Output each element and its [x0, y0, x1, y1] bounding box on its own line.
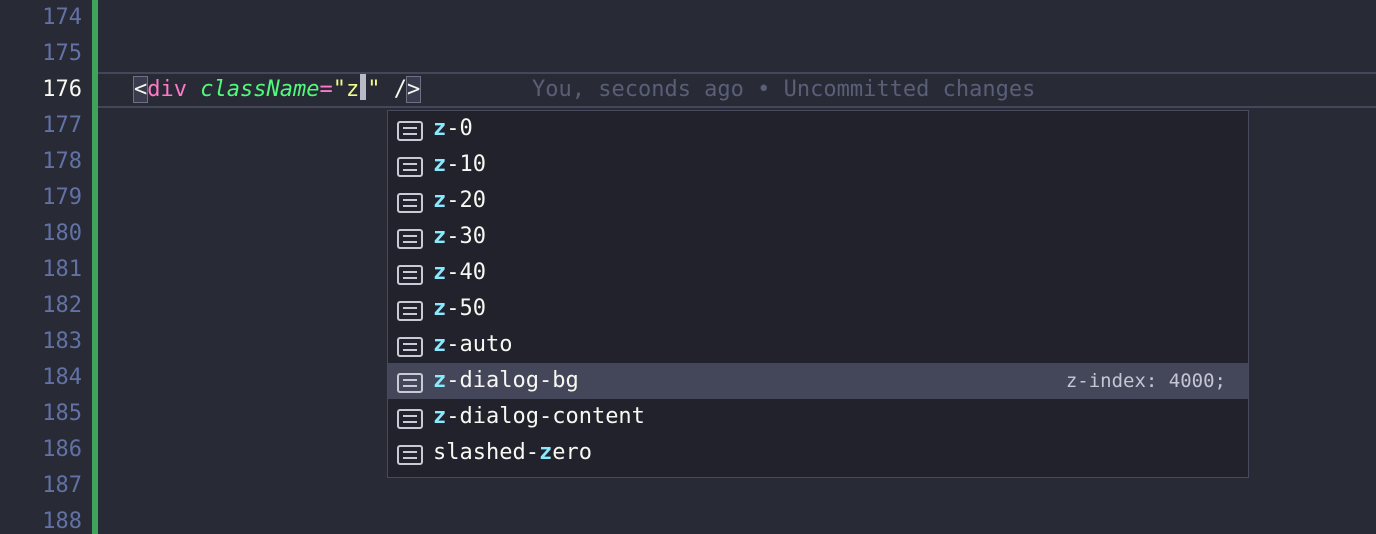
suggestion-match-highlight: z — [433, 404, 447, 429]
line-number: 175 — [42, 41, 82, 66]
suggestion-item[interactable]: z-50 — [388, 291, 1248, 327]
text-snippet-icon — [397, 373, 423, 393]
suggestion-label: z-30 — [433, 219, 486, 255]
suggestion-match-highlight: z — [433, 296, 447, 321]
code-line-176[interactable]: <div className="z " /> — [132, 72, 422, 108]
suggestion-label-suffix: -auto — [446, 332, 513, 357]
suggestion-item[interactable]: z-0 — [388, 111, 1248, 147]
suggestion-match-highlight: z — [433, 368, 447, 393]
text-snippet-icon — [397, 337, 423, 357]
string-value: z — [345, 77, 360, 102]
line-number: 181 — [42, 257, 82, 282]
line-number: 188 — [42, 509, 82, 534]
line-number: 185 — [42, 401, 82, 426]
text-snippet-icon — [397, 301, 423, 321]
line-number: 184 — [42, 365, 82, 390]
suggestion-label: z-50 — [433, 291, 486, 327]
suggestion-item[interactable]: z-dialog-bg z-index: 4000; — [388, 363, 1248, 399]
suggestion-match-highlight: z — [433, 224, 447, 249]
suggestion-item[interactable]: z-20 — [388, 183, 1248, 219]
suggestion-label: z-0 — [433, 111, 473, 147]
text-snippet-icon — [397, 193, 423, 213]
line-number: 182 — [42, 293, 82, 318]
suggestion-label: slashed-zero — [433, 435, 592, 471]
suggestion-match-highlight: z — [433, 116, 447, 141]
suggestion-match-highlight: z — [538, 440, 553, 465]
line-number: 183 — [42, 329, 82, 354]
suggestion-label-prefix: slashed- — [433, 440, 539, 465]
suggestion-label-suffix: -40 — [446, 260, 486, 285]
suggestion-match-highlight: z — [433, 332, 447, 357]
suggestion-label: z-auto — [433, 327, 512, 363]
line-number: 178 — [42, 149, 82, 174]
suggestion-item[interactable]: slashed-zero — [388, 435, 1248, 471]
line-number: 180 — [42, 221, 82, 246]
suggestion-match-highlight: z — [433, 188, 447, 213]
suggestion-label-suffix: ero — [552, 440, 592, 465]
suggestion-label-suffix: -dialog-bg — [446, 368, 579, 393]
suggestion-match-highlight: z — [433, 152, 447, 177]
text-snippet-icon — [397, 121, 423, 141]
text-snippet-icon — [397, 157, 423, 177]
suggestion-item[interactable]: z-dialog-content — [388, 399, 1248, 435]
suggestion-label-suffix: -dialog-content — [446, 404, 645, 429]
text-snippet-icon — [397, 445, 423, 465]
text-snippet-icon — [397, 409, 423, 429]
suggestion-item[interactable]: z-40 — [388, 255, 1248, 291]
line-number: 179 — [42, 185, 82, 210]
suggestion-label-suffix: -10 — [446, 152, 486, 177]
line-number-gutter: 174 175 176 177 178 179 180 181 182 183 184 185 186 1… — [0, 0, 92, 534]
suggestion-label-suffix: -30 — [446, 224, 486, 249]
string-quote-open: " — [332, 77, 346, 102]
suggestion-item[interactable]: z-30 — [388, 219, 1248, 255]
code-editor[interactable]: 174 175 176 177 178 179 180 181 182 183 184 185 186 1… — [0, 0, 1376, 534]
suggestion-label: z-20 — [433, 183, 486, 219]
suggestion-label-suffix: -20 — [446, 188, 486, 213]
text-cursor — [360, 74, 367, 100]
equals-sign: = — [319, 77, 333, 102]
self-closing-slash: / — [393, 77, 407, 102]
suggestion-label-suffix: -0 — [446, 116, 473, 141]
suggestion-item[interactable]: z-auto — [388, 327, 1248, 363]
suggestion-label: z-10 — [433, 147, 486, 183]
bracket-match-open: < — [132, 76, 149, 103]
git-blame-annotation: You, seconds ago • Uncommitted changes — [532, 77, 1036, 102]
autocomplete-suggest-widget[interactable]: z-0 z-10 z-20 z-30 z-40 z-50 z-auto z-dialog-bg… — [387, 110, 1249, 478]
text-snippet-icon — [397, 229, 423, 249]
line-number: 177 — [42, 113, 82, 138]
line-number: 174 — [42, 5, 82, 30]
suggestion-item[interactable]: z-10 — [388, 147, 1248, 183]
suggestion-match-highlight: z — [433, 260, 447, 285]
line-number: 187 — [42, 473, 82, 498]
suggestion-label: z-dialog-bg — [433, 363, 579, 399]
jsx-tag-name: div — [147, 77, 187, 102]
line-number: 186 — [42, 437, 82, 462]
suggestion-label: z-dialog-content — [433, 399, 645, 435]
line-number: 176 — [42, 77, 82, 102]
bracket-match-close: > — [405, 76, 422, 103]
suggestion-label: z-40 — [433, 255, 486, 291]
jsx-attribute-name: className — [200, 77, 320, 102]
text-snippet-icon — [397, 265, 423, 285]
suggestion-label-suffix: -50 — [446, 296, 486, 321]
string-quote-close: " — [367, 77, 381, 102]
suggestion-detail: z-index: 4000; — [1065, 370, 1226, 392]
